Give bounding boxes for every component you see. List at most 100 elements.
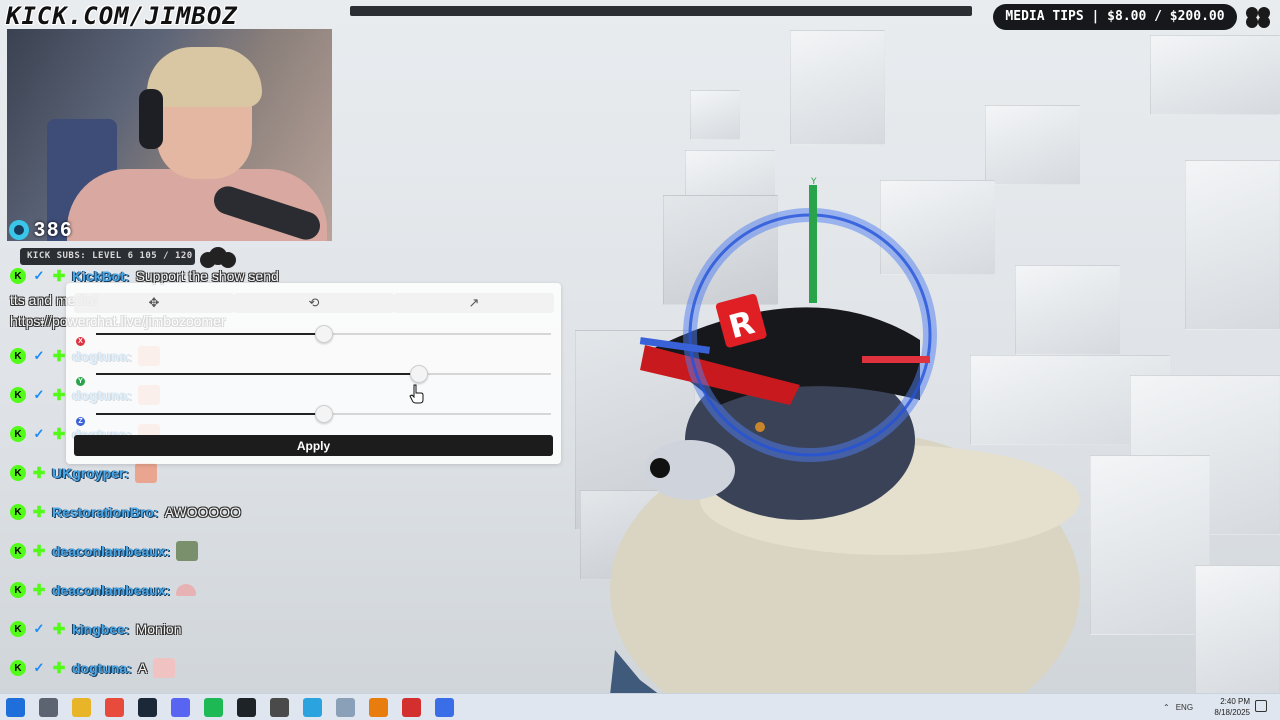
scene-cube — [1195, 565, 1280, 693]
scene-cube — [1150, 35, 1280, 115]
moderator-badge-icon: ✓ — [33, 387, 45, 402]
task-view-icon[interactable] — [39, 698, 58, 717]
slider-track[interactable] — [96, 325, 551, 343]
chat-message: K ✓ ✚ kingbee: Monion — [10, 618, 182, 640]
character-avatar[interactable]: R Y — [600, 170, 1100, 693]
chat-username[interactable]: deaconlambeaux: — [52, 582, 170, 598]
chat-message: K ✚ deaconlambeaux: — [10, 579, 197, 601]
slider-thumb[interactable] — [410, 365, 429, 383]
moderator-badge-icon: ✓ — [33, 660, 45, 675]
discord-icon[interactable] — [171, 698, 190, 717]
notepad-icon[interactable] — [336, 698, 355, 717]
notification-icon[interactable] — [1255, 700, 1267, 712]
terminal-icon[interactable] — [237, 698, 256, 717]
scene-cube — [790, 30, 885, 145]
slider-fill — [96, 413, 324, 415]
blender-icon[interactable] — [369, 698, 388, 717]
slider-fill — [96, 333, 324, 335]
channel-logo: KICK.COM/JIMBOZ — [6, 2, 238, 30]
subscriber-badge-icon: ✚ — [52, 268, 66, 285]
kick-badge-icon: K — [10, 268, 26, 284]
telegram-icon[interactable] — [303, 698, 322, 717]
slider-x-axis[interactable]: X — [74, 325, 554, 347]
wolf-nose — [650, 458, 670, 478]
chat-emote-icon — [176, 584, 197, 596]
chat-username[interactable]: KickBot: — [72, 268, 130, 284]
subscriber-badge-icon: ✚ — [32, 582, 46, 599]
slider-thumb[interactable] — [314, 405, 333, 423]
adobe-icon[interactable] — [402, 698, 421, 717]
chrome-icon[interactable] — [105, 698, 124, 717]
windows-start-icon[interactable] — [6, 698, 25, 717]
moderator-badge-icon: ✓ — [33, 268, 45, 283]
subscriber-badge-icon: ✚ — [52, 426, 66, 443]
clock-date: 8/18/2025 — [1214, 708, 1250, 717]
chat-emote-icon — [176, 541, 199, 561]
move-tool-button[interactable]: ✥ — [74, 293, 234, 313]
gizmo-x-axis — [862, 356, 930, 363]
axis-x-icon: X — [76, 337, 85, 346]
obs-icon[interactable] — [270, 698, 289, 717]
clover-icon — [1246, 7, 1270, 28]
slider-track[interactable] — [96, 365, 551, 383]
viewer-icon — [9, 220, 29, 240]
axis-y-icon: Y — [76, 377, 85, 386]
slider-thumb[interactable] — [314, 325, 333, 343]
axis-z-icon: Z — [76, 417, 85, 426]
headset — [139, 89, 163, 149]
spotify-icon[interactable] — [204, 698, 223, 717]
chat-emote-icon — [135, 463, 158, 483]
subscriber-badge-icon: ✚ — [52, 348, 66, 365]
scene-cube — [690, 90, 740, 140]
slider-track[interactable] — [96, 405, 551, 423]
kick-badge-icon: K — [10, 426, 26, 442]
system-tray[interactable]: ⌃ ENG — [1163, 694, 1193, 720]
rotate-icon: ⟲ — [308, 295, 320, 310]
media-tips-goal: MEDIA TIPS | $8.00 / $200.00 — [993, 4, 1237, 30]
chat-username[interactable]: kingbee: — [72, 621, 130, 637]
chat-message: K ✚ UKgroyper: — [10, 462, 158, 484]
file-explorer-icon[interactable] — [72, 698, 91, 717]
external-link-icon: ↗ — [468, 295, 480, 310]
chevron-up-icon[interactable]: ⌃ — [1163, 703, 1170, 712]
subscriber-badge-icon: ✚ — [32, 465, 46, 482]
moderator-badge-icon: ✓ — [33, 348, 45, 363]
windows-taskbar: ⌃ ENG 2:40 PM 8/18/2025 — [0, 693, 1280, 720]
rotate-tool-button[interactable]: ⟲ — [234, 293, 394, 313]
chat-message-text: AWOOOOO — [164, 504, 242, 520]
apply-button[interactable]: Apply — [74, 435, 553, 456]
external-link-button[interactable]: ↗ — [394, 293, 554, 313]
roblox-studio-icon[interactable] — [435, 698, 454, 717]
steam-icon[interactable] — [138, 698, 157, 717]
subscriber-badge-icon: ✚ — [32, 543, 46, 560]
transform-panel[interactable]: ✥ ⟲ ↗ X Y Z Apply — [66, 283, 561, 464]
chat-username[interactable]: deaconlambeaux: — [52, 543, 170, 559]
slider-z-axis[interactable]: Z — [74, 405, 554, 427]
svg-text:Y: Y — [810, 177, 817, 187]
chat-username[interactable]: RestorationBro: — [52, 504, 159, 520]
moderator-badge-icon: ✓ — [33, 426, 45, 441]
subscriber-badge-icon: ✚ — [52, 621, 66, 638]
webcam-feed — [7, 29, 332, 241]
language-indicator[interactable]: ENG — [1176, 703, 1193, 712]
chat-username[interactable]: dogtuna: — [72, 660, 132, 676]
chat-emote-icon — [153, 658, 176, 678]
chat-message: K ✚ deaconlambeaux: — [10, 540, 199, 562]
chat-message: K ✓ ✚ dogtuna: A — [10, 657, 176, 679]
kick-badge-icon: K — [10, 582, 26, 598]
subscriber-badge-icon: ✚ — [52, 387, 66, 404]
scene-cube — [1090, 455, 1210, 635]
kick-badge-icon: K — [10, 387, 26, 403]
hand-cursor-icon — [409, 384, 424, 404]
chat-username[interactable]: UKgroyper: — [52, 465, 129, 481]
scene-cube — [1185, 160, 1280, 330]
chat-message-text: Support the show send — [135, 268, 279, 284]
slider-y-axis[interactable]: Y — [74, 365, 554, 387]
kick-badge-icon: K — [10, 504, 26, 520]
viewer-count-value: 386 — [34, 218, 74, 241]
taskbar-clock[interactable]: 2:40 PM 8/18/2025 — [1200, 696, 1250, 718]
move-icon: ✥ — [148, 295, 160, 310]
moderator-badge-icon: ✓ — [33, 621, 45, 636]
viewer-count: 386 — [8, 218, 73, 242]
streamer-hair — [147, 47, 262, 107]
